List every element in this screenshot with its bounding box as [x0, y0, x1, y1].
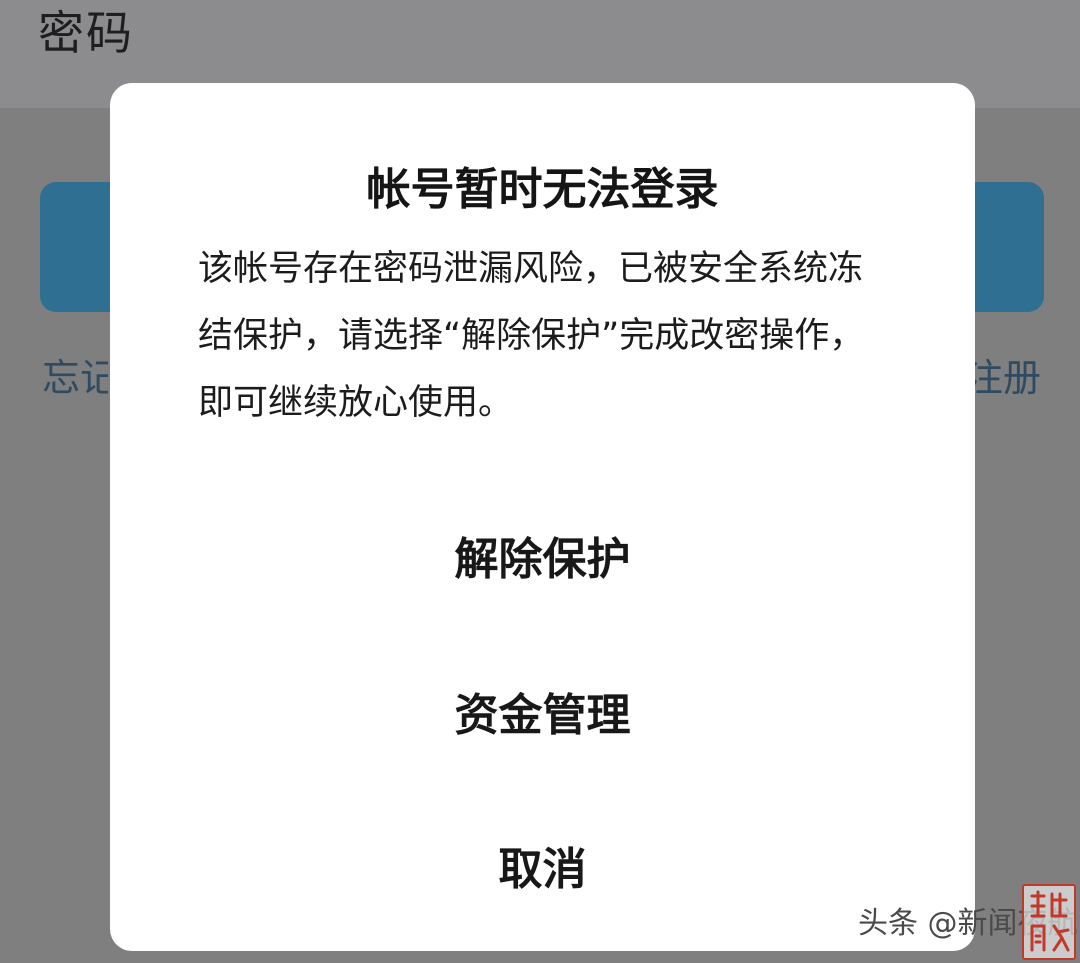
fund-management-button[interactable]: 资金管理 [110, 686, 975, 746]
red-seal-icon [1022, 884, 1076, 960]
register-link: 注册 [975, 356, 1041, 400]
forgot-password-link: 忘记 [42, 356, 108, 400]
account-locked-dialog: 帐号暂时无法登录 该帐号存在密码泄漏风险，已被安全系统冻结保护，请选择“解除保护… [110, 83, 975, 951]
login-screen: 密码 忘记 注册 帐号暂时无法登录 该帐号存在密码泄漏风险，已被安全系统冻结保护… [0, 0, 1080, 963]
dialog-message: 该帐号存在密码泄漏风险，已被安全系统冻结保护，请选择“解除保护”完成改密操作，即… [198, 249, 865, 423]
cancel-button[interactable]: 取消 [110, 840, 975, 900]
dialog-title: 帐号暂时无法登录 [366, 164, 719, 215]
password-label: 密码 [38, 6, 134, 60]
unlock-protection-button[interactable]: 解除保护 [110, 530, 975, 590]
